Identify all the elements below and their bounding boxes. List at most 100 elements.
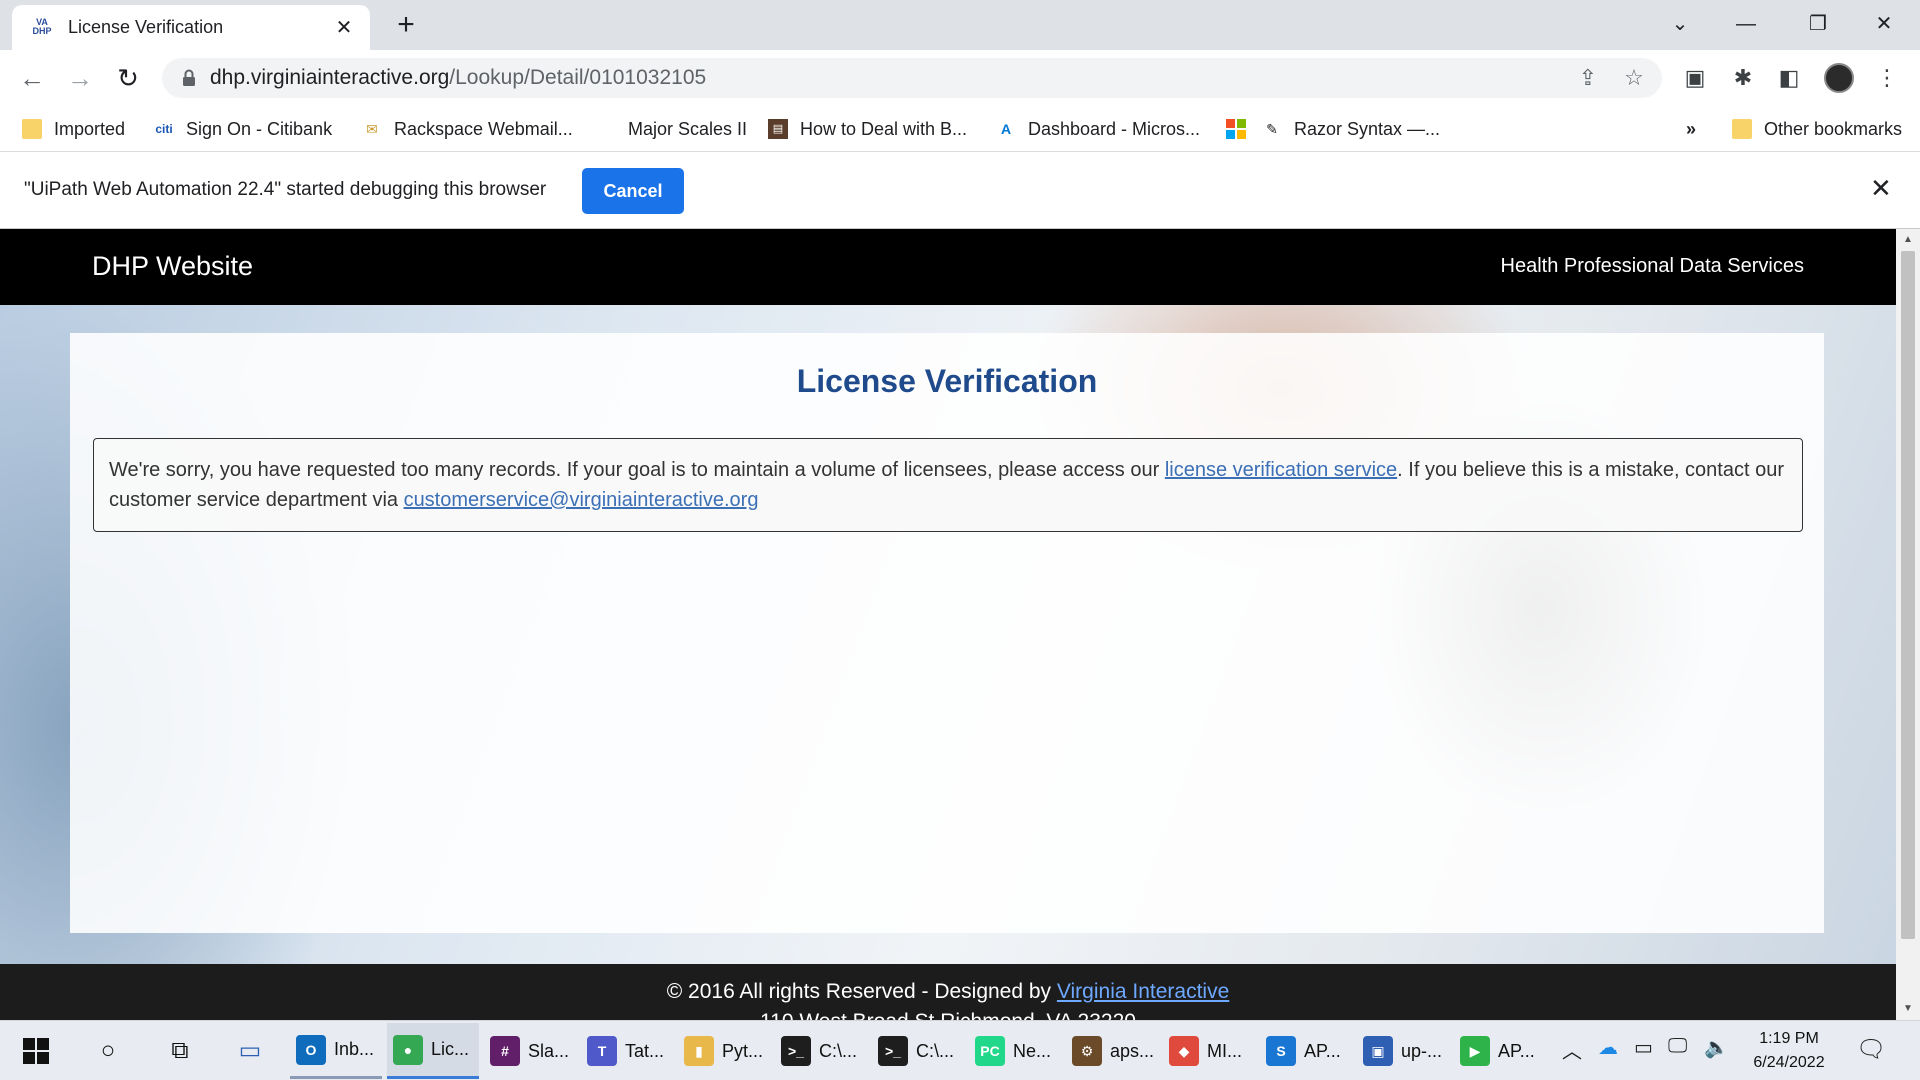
cortana-search-icon[interactable]: ○ <box>88 1031 128 1071</box>
bookmark-other[interactable]: Other bookmarks <box>1732 114 1902 144</box>
bookmark-label: Sign On - Citibank <box>186 118 333 139</box>
taskbar-item-label: Inb... <box>334 1039 375 1059</box>
taskbar-item-label: AP... <box>1498 1040 1535 1061</box>
taskbar-item-label: Tat... <box>625 1040 665 1061</box>
taskbar-item-up[interactable]: ▣ up-... <box>1357 1023 1449 1079</box>
taskbar-item-ap-s[interactable]: S AP... <box>1260 1023 1352 1079</box>
license-verification-service-link[interactable]: license verification service <box>1165 459 1397 481</box>
cmd-1-icon: >_ <box>781 1036 811 1066</box>
taskbar-item-pycharm[interactable]: PC Ne... <box>969 1023 1061 1079</box>
bookmark-microsoft[interactable] <box>1226 114 1258 144</box>
bookmark-label: Major Scales II <box>628 118 748 139</box>
scroll-up-icon[interactable]: ▲ <box>1896 231 1920 249</box>
pen-icon: ✎ <box>1266 121 1278 137</box>
scroll-down-icon[interactable]: ▼ <box>1896 1000 1920 1018</box>
bookmark-label: Razor Syntax —... <box>1294 118 1441 139</box>
debugging-infobar: "UiPath Web Automation 22.4" started deb… <box>0 153 1920 229</box>
extensions-puzzle-icon[interactable]: ✱ <box>1726 61 1760 95</box>
minimize-button[interactable]: — <box>1718 6 1774 42</box>
browser-menu-icon[interactable]: ⋮ <box>1870 61 1904 95</box>
page-viewport: DHP Website Health Professional Data Ser… <box>0 229 1896 1020</box>
tab-search-icon[interactable]: ⌄ <box>1652 6 1708 42</box>
bookmark-rackspace[interactable]: ✉ Rackspace Webmail... <box>362 114 573 144</box>
action-center-icon[interactable]: 🗨 <box>1856 1035 1886 1064</box>
profile-avatar[interactable] <box>1824 63 1854 93</box>
taskbar-item-label: aps... <box>1110 1040 1155 1061</box>
window-close-button[interactable]: ✕ <box>1856 6 1912 42</box>
tab-strip: VA DHP License Verification ✕ + ⌄ — ❐ ✕ <box>0 0 1920 50</box>
bookmark-imported[interactable]: Imported <box>22 114 125 144</box>
taskbar-item-outlook[interactable]: O Inb... <box>290 1023 382 1079</box>
volume-icon[interactable]: 🔈 <box>1704 1035 1729 1060</box>
site-header: DHP Website Health Professional Data Ser… <box>0 229 1896 305</box>
taskbar-item-explorer-python[interactable]: ▮ Pyt... <box>678 1023 770 1079</box>
bookmark-razor-syntax[interactable]: ✎ Razor Syntax —... <box>1262 114 1440 144</box>
taskbar-item-cmd-2[interactable]: >_ C:\... <box>872 1023 964 1079</box>
bookmark-dashboard[interactable]: A Dashboard - Micros... <box>996 114 1200 144</box>
azure-icon: A <box>1000 121 1012 137</box>
address-bar[interactable]: dhp.virginiainteractive.org/Lookup/Detai… <box>162 58 1662 98</box>
taskbar-item-label: Lic... <box>431 1039 470 1059</box>
windows-start-icon[interactable] <box>14 1033 58 1069</box>
task-view-icon[interactable]: ⧉ <box>160 1031 200 1071</box>
taskbar-item-label: Ne... <box>1013 1040 1052 1061</box>
onedrive-icon[interactable]: ☁ <box>1598 1035 1618 1060</box>
site-brand-link[interactable]: DHP Website <box>92 251 253 282</box>
hpds-nav-link[interactable]: Health Professional Data Services <box>1501 255 1804 278</box>
page-scrollbar[interactable]: ▲ ▼ <box>1896 229 1920 1020</box>
bookmark-label: Imported <box>54 118 126 139</box>
bookmarks-bar: Imported citi Sign On - Citibank ✉ Racks… <box>0 106 1920 152</box>
up-icon: ▣ <box>1363 1036 1393 1066</box>
explorer-python-icon: ▮ <box>684 1036 714 1066</box>
bookmark-major-scales[interactable]: Major Scales II <box>596 114 747 144</box>
uipath-extension-icon[interactable]: ▣ <box>1678 61 1712 95</box>
battery-icon[interactable]: ▭ <box>1634 1035 1653 1060</box>
cmd-2-icon: >_ <box>878 1036 908 1066</box>
cancel-button[interactable]: Cancel <box>582 168 684 214</box>
scrollbar-thumb[interactable] <box>1901 251 1915 939</box>
browser-tab-active[interactable]: VA DHP License Verification ✕ <box>12 5 370 50</box>
taskbar-item-aps[interactable]: ⚙ aps... <box>1066 1023 1158 1079</box>
taskbar-item-label: AP... <box>1304 1040 1341 1061</box>
taskbar-item-teams[interactable]: T Tat... <box>581 1023 673 1079</box>
bookmarks-overflow-icon[interactable]: » <box>1686 114 1696 144</box>
book-icon: ▤ <box>768 119 788 139</box>
taskbar-item-cmd-1[interactable]: >_ C:\... <box>775 1023 867 1079</box>
dhp-favicon-icon: VA DHP <box>32 16 52 36</box>
customer-service-email-link[interactable]: customerservice@virginiainteractive.org <box>404 489 759 511</box>
bookmark-star-icon[interactable]: ☆ <box>1614 58 1654 98</box>
ap-s-icon: S <box>1266 1036 1296 1066</box>
remote-desktop-icon[interactable]: ▭ <box>230 1031 270 1071</box>
taskbar-item-slack[interactable]: # Sla... <box>484 1023 576 1079</box>
restore-button[interactable]: ❐ <box>1790 6 1846 42</box>
network-icon[interactable]: 🖵 <box>1668 1035 1687 1058</box>
new-tab-button[interactable]: + <box>390 8 422 42</box>
teams-icon: T <box>587 1036 617 1066</box>
bookmark-label: Other bookmarks <box>1764 118 1903 139</box>
folder-icon <box>1732 119 1752 139</box>
footer-copyright: © 2016 All rights Reserved - Designed by… <box>0 980 1896 1004</box>
taskbar-clock[interactable]: 1:19 PM 6/24/2022 <box>1734 1027 1844 1075</box>
outlook-icon: O <box>296 1034 326 1065</box>
side-panel-icon[interactable]: ◧ <box>1772 61 1806 95</box>
bookmark-how-to-deal[interactable]: ▤ How to Deal with B... <box>768 114 967 144</box>
windows-taskbar: ○ ⧉ ▭ O Inb... ● Lic... # Sla... T Tat... ▮ Pyt..… <box>0 1020 1920 1080</box>
tray-chevron-icon[interactable]: ︿ <box>1562 1035 1582 1064</box>
taskbar-item-chrome[interactable]: ● Lic... <box>387 1023 479 1079</box>
url-text: dhp.virginiainteractive.org/Lookup/Detai… <box>210 66 707 89</box>
clock-time: 1:19 PM <box>1759 1030 1819 1047</box>
back-arrow-icon[interactable]: ← <box>14 60 50 96</box>
tab-close-icon[interactable]: ✕ <box>332 15 356 40</box>
infobar-close-icon[interactable]: ✕ <box>1870 173 1892 204</box>
taskbar-item-mi[interactable]: ◆ MI... <box>1163 1023 1255 1079</box>
alert-text-1: We're sorry, you have requested too many… <box>109 459 1165 481</box>
reload-icon[interactable]: ↻ <box>110 60 146 96</box>
bookmark-label: Dashboard - Micros... <box>1028 118 1201 139</box>
blank-page-icon <box>596 119 616 139</box>
forward-arrow-icon[interactable]: → <box>62 60 98 96</box>
virginia-interactive-link[interactable]: Virginia Interactive <box>1057 980 1229 1003</box>
taskbar-item-ap-play[interactable]: ▶ AP... <box>1454 1023 1546 1079</box>
site-footer: © 2016 All rights Reserved - Designed by… <box>0 964 1896 1020</box>
share-icon[interactable]: ⇪ <box>1568 58 1608 98</box>
bookmark-citibank[interactable]: citi Sign On - Citibank <box>154 114 332 144</box>
